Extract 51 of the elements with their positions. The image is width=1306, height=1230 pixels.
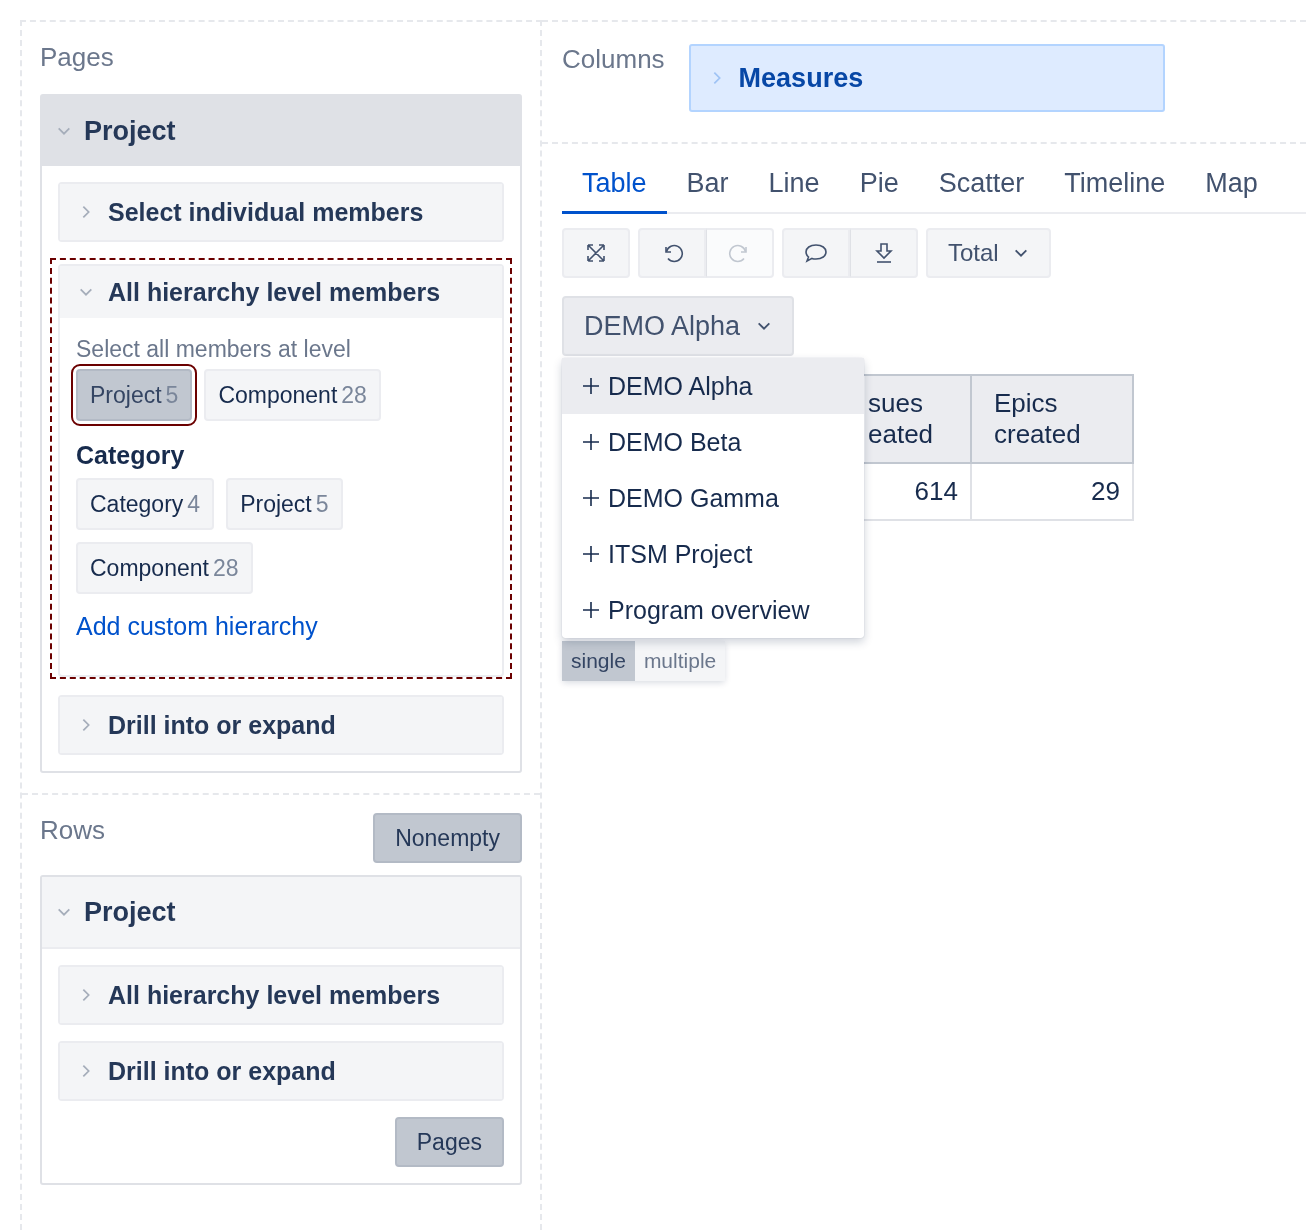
section-title: Rows [40,814,105,847]
total-dropdown[interactable]: Total [926,228,1051,278]
plus-icon [582,433,600,451]
dimension-header[interactable]: Project [42,877,520,949]
menu-item[interactable]: DEMO Beta [562,414,864,470]
hierarchy-title: Category [76,441,186,470]
nonempty-button[interactable]: Nonempty [373,813,522,863]
chart-tab[interactable]: Map [1185,156,1278,214]
section-header[interactable]: Drill into or expand [60,1043,502,1099]
chart-tab[interactable]: Timeline [1044,156,1186,214]
level-chip[interactable]: Component 28 [76,542,253,594]
column-header: sues eated [865,375,971,464]
chart-tab[interactable]: Line [748,156,840,214]
dimension-header[interactable]: Project [42,96,520,166]
download-icon [872,241,895,265]
section-title: Columns [562,43,665,76]
plus-icon [582,545,600,563]
menu-item[interactable]: DEMO Gamma [562,470,864,526]
table-cell: 29 [971,463,1133,521]
undo-button[interactable] [638,228,706,278]
section-header[interactable]: Select individual members [60,184,502,240]
comment-icon [803,241,829,265]
column-header: Epics created [971,375,1133,464]
plus-icon [582,601,600,619]
download-button[interactable] [850,228,918,278]
section-title: Pages [40,41,114,74]
add-hierarchy-link[interactable]: Add custom hierarchy [76,612,318,641]
chart-tab[interactable]: Table [562,156,667,214]
section-header[interactable]: All hierarchy level members [60,967,502,1023]
level-chip[interactable]: Component 28 [204,369,381,421]
chart-tab[interactable]: Pie [839,156,919,214]
fullscreen-button[interactable] [562,228,630,278]
comment-button[interactable] [782,228,850,278]
menu-item[interactable]: Program overview [562,582,864,638]
level-chip[interactable]: Category 4 [76,478,215,530]
chart-tab[interactable]: Bar [666,156,749,214]
plus-icon [582,489,600,507]
level-chip[interactable]: Project 5 [226,478,343,530]
measures-chip[interactable]: Measures [688,44,1165,112]
hint-text: Select all members at level [76,336,352,363]
plus-icon [582,377,600,395]
mode-option[interactable]: single [562,641,635,682]
chart-tab[interactable]: Scatter [918,156,1045,214]
section-header[interactable]: All hierarchy level members [60,266,502,318]
pages-button[interactable]: Pages [394,1117,504,1167]
fullscreen-icon [585,242,607,264]
menu-item[interactable]: ITSM Project [562,526,864,582]
menu-item[interactable]: DEMO Alpha [562,358,864,414]
section-header[interactable]: Drill into or expand [60,697,502,753]
mode-option[interactable]: multiple [634,641,726,682]
page-filter-dropdown[interactable]: DEMO Alpha [562,296,795,356]
